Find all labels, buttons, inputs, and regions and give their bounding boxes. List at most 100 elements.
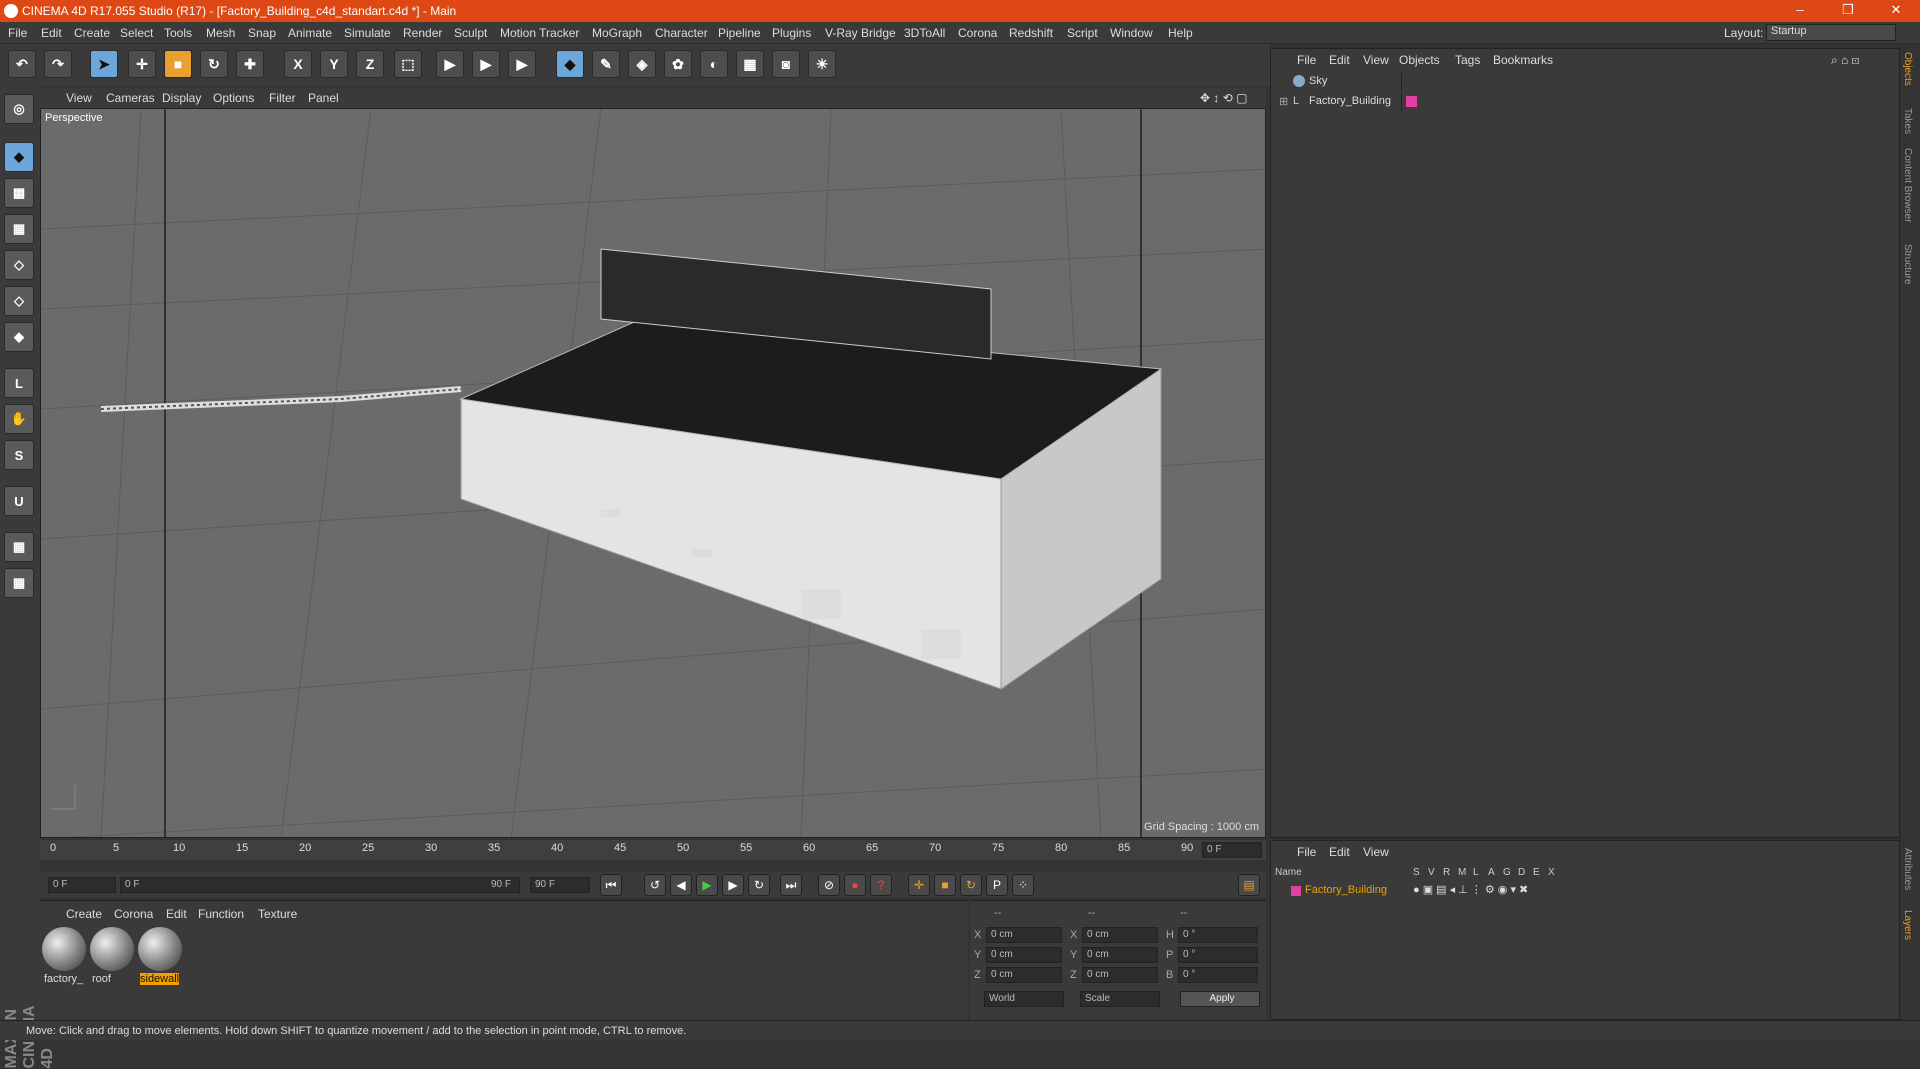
- layer-menu-view[interactable]: View: [1363, 845, 1389, 859]
- menu-help[interactable]: Help: [1168, 26, 1193, 40]
- menu-file[interactable]: File: [8, 26, 27, 40]
- material-factory[interactable]: [42, 927, 86, 971]
- menu-pipeline[interactable]: Pipeline: [718, 26, 761, 40]
- deformer-icon[interactable]: ◐: [700, 50, 728, 78]
- start-frame-field[interactable]: 0 F: [48, 877, 116, 893]
- size-y-field[interactable]: 0 cm: [1082, 947, 1158, 963]
- menu-motion-tracker[interactable]: Motion Tracker: [500, 26, 579, 40]
- cloner-icon[interactable]: ✿: [664, 50, 692, 78]
- key-pla-icon[interactable]: ⁘: [1012, 874, 1034, 896]
- key-scale-icon[interactable]: ■: [934, 874, 956, 896]
- workplane-icon[interactable]: ▦: [4, 214, 34, 244]
- maximize-button[interactable]: ❐: [1828, 2, 1868, 18]
- menu-mograph[interactable]: MoGraph: [592, 26, 642, 40]
- points-mode-icon[interactable]: ◇: [4, 250, 34, 280]
- obj-menu-objects[interactable]: Objects: [1399, 53, 1440, 67]
- vp-menu-options[interactable]: Options: [213, 91, 254, 105]
- x-axis-icon[interactable]: X: [284, 50, 312, 78]
- make-editable-icon[interactable]: ◎: [4, 94, 34, 124]
- menu-tools[interactable]: Tools: [164, 26, 192, 40]
- next-frame-icon[interactable]: ▶: [722, 874, 744, 896]
- menu-create[interactable]: Create: [74, 26, 110, 40]
- menu-animate[interactable]: Animate: [288, 26, 332, 40]
- key-position-icon[interactable]: ✛: [908, 874, 930, 896]
- current-frame-field[interactable]: 0 F: [1202, 842, 1262, 858]
- vp-menu-panel[interactable]: Panel: [308, 91, 339, 105]
- floor-icon[interactable]: ▦: [736, 50, 764, 78]
- minimize-button[interactable]: –: [1780, 2, 1820, 17]
- play-icon[interactable]: ▶: [696, 874, 718, 896]
- subdivision-icon[interactable]: ◈: [628, 50, 656, 78]
- rot-b-field[interactable]: 0 °: [1178, 967, 1258, 983]
- pos-y-field[interactable]: 0 cm: [986, 947, 1062, 963]
- menu-sculpt[interactable]: Sculpt: [454, 26, 487, 40]
- layout-select[interactable]: Startup: [1766, 24, 1896, 41]
- menu-select[interactable]: Select: [120, 26, 153, 40]
- menu-corona[interactable]: Corona: [958, 26, 997, 40]
- material-sidewall[interactable]: [138, 927, 182, 971]
- perspective-viewport[interactable]: Perspective Grid Spacing : 1000 cm: [40, 108, 1266, 838]
- apply-button[interactable]: Apply: [1180, 991, 1260, 1007]
- close-button[interactable]: ✕: [1876, 2, 1916, 18]
- menu-simulate[interactable]: Simulate: [344, 26, 391, 40]
- layer-menu-file[interactable]: File: [1297, 845, 1316, 859]
- mat-menu-function[interactable]: Function: [198, 907, 244, 921]
- layer-menu-edit[interactable]: Edit: [1329, 845, 1350, 859]
- menu-snap[interactable]: Snap: [248, 26, 276, 40]
- menu-redshift[interactable]: Redshift: [1009, 26, 1053, 40]
- layer-toggle-icons[interactable]: ● ▣ ▤ ◂ ⊥ ⋮ ⚙ ◉ ▾ ✖: [1413, 883, 1528, 896]
- tab-content-browser[interactable]: Content Browser: [1902, 148, 1913, 222]
- prev-key-icon[interactable]: ↺: [644, 874, 666, 896]
- expand-icon[interactable]: ⊞: [1279, 95, 1288, 108]
- menu-mesh[interactable]: Mesh: [206, 26, 235, 40]
- pos-x-field[interactable]: 0 cm: [986, 927, 1062, 943]
- range-slider[interactable]: 0 F 90 F: [120, 877, 520, 893]
- object-row-factory[interactable]: ⊞ L Factory_Building: [1271, 93, 1899, 111]
- layer-row-factory[interactable]: Factory_Building ● ▣ ▤ ◂ ⊥ ⋮ ⚙ ◉ ▾ ✖: [1271, 883, 1899, 899]
- camera-icon[interactable]: ◙: [772, 50, 800, 78]
- material-roof[interactable]: [90, 927, 134, 971]
- scale-select[interactable]: Scale: [1080, 991, 1160, 1007]
- end-frame-field[interactable]: 90 F: [530, 877, 590, 893]
- vp-menu-filter[interactable]: Filter: [269, 91, 296, 105]
- z-axis-icon[interactable]: Z: [356, 50, 384, 78]
- render-view-icon[interactable]: ▶: [436, 50, 464, 78]
- mat-menu-create[interactable]: Create: [66, 907, 102, 921]
- menu-window[interactable]: Window: [1110, 26, 1153, 40]
- go-to-start-icon[interactable]: ⏮: [600, 874, 622, 896]
- mat-menu-texture[interactable]: Texture: [258, 907, 297, 921]
- magnet-icon[interactable]: U: [4, 486, 34, 516]
- prev-frame-icon[interactable]: ◀: [670, 874, 692, 896]
- next-key-icon[interactable]: ↻: [748, 874, 770, 896]
- axis-mode-icon[interactable]: L: [4, 368, 34, 398]
- key-param-icon[interactable]: P: [986, 874, 1008, 896]
- timeline-icon[interactable]: ▤: [1238, 874, 1260, 896]
- menu-plugins[interactable]: Plugins: [772, 26, 811, 40]
- lock-workplane-icon[interactable]: ▦: [4, 532, 34, 562]
- undo-icon[interactable]: ↶: [8, 50, 36, 78]
- cube-icon[interactable]: ◆: [556, 50, 584, 78]
- timeline-ruler[interactable]: 0 5 10 15 20 25 30 35 40 45 50 55 60 65 …: [40, 840, 1266, 860]
- menu-vray-bridge[interactable]: V-Ray Bridge: [825, 26, 896, 40]
- keyframe-icon[interactable]: ⊘: [818, 874, 840, 896]
- model-mode-icon[interactable]: ◆: [4, 142, 34, 172]
- size-z-field[interactable]: 0 cm: [1082, 967, 1158, 983]
- obj-menu-bookmarks[interactable]: Bookmarks: [1493, 53, 1553, 67]
- scale-icon[interactable]: ■: [164, 50, 192, 78]
- obj-search-icon[interactable]: ⌕ ⌂ ⊡: [1831, 53, 1859, 68]
- texture-mode-icon[interactable]: ▩: [4, 178, 34, 208]
- menu-character[interactable]: Character: [655, 26, 708, 40]
- snap-icon[interactable]: S: [4, 440, 34, 470]
- light-icon[interactable]: ☀: [808, 50, 836, 78]
- tab-takes[interactable]: Takes: [1902, 108, 1913, 134]
- menu-script[interactable]: Script: [1067, 26, 1098, 40]
- edges-mode-icon[interactable]: ◇: [4, 286, 34, 316]
- menu-edit[interactable]: Edit: [41, 26, 62, 40]
- menu-3dtoall[interactable]: 3DToAll: [904, 26, 945, 40]
- polygons-mode-icon[interactable]: ◆: [4, 322, 34, 352]
- move-icon[interactable]: ✛: [128, 50, 156, 78]
- world-select[interactable]: World: [984, 991, 1064, 1007]
- render-picture-viewer-icon[interactable]: ▶: [472, 50, 500, 78]
- object-row-sky[interactable]: Sky: [1271, 73, 1899, 91]
- record-icon[interactable]: ●: [844, 874, 866, 896]
